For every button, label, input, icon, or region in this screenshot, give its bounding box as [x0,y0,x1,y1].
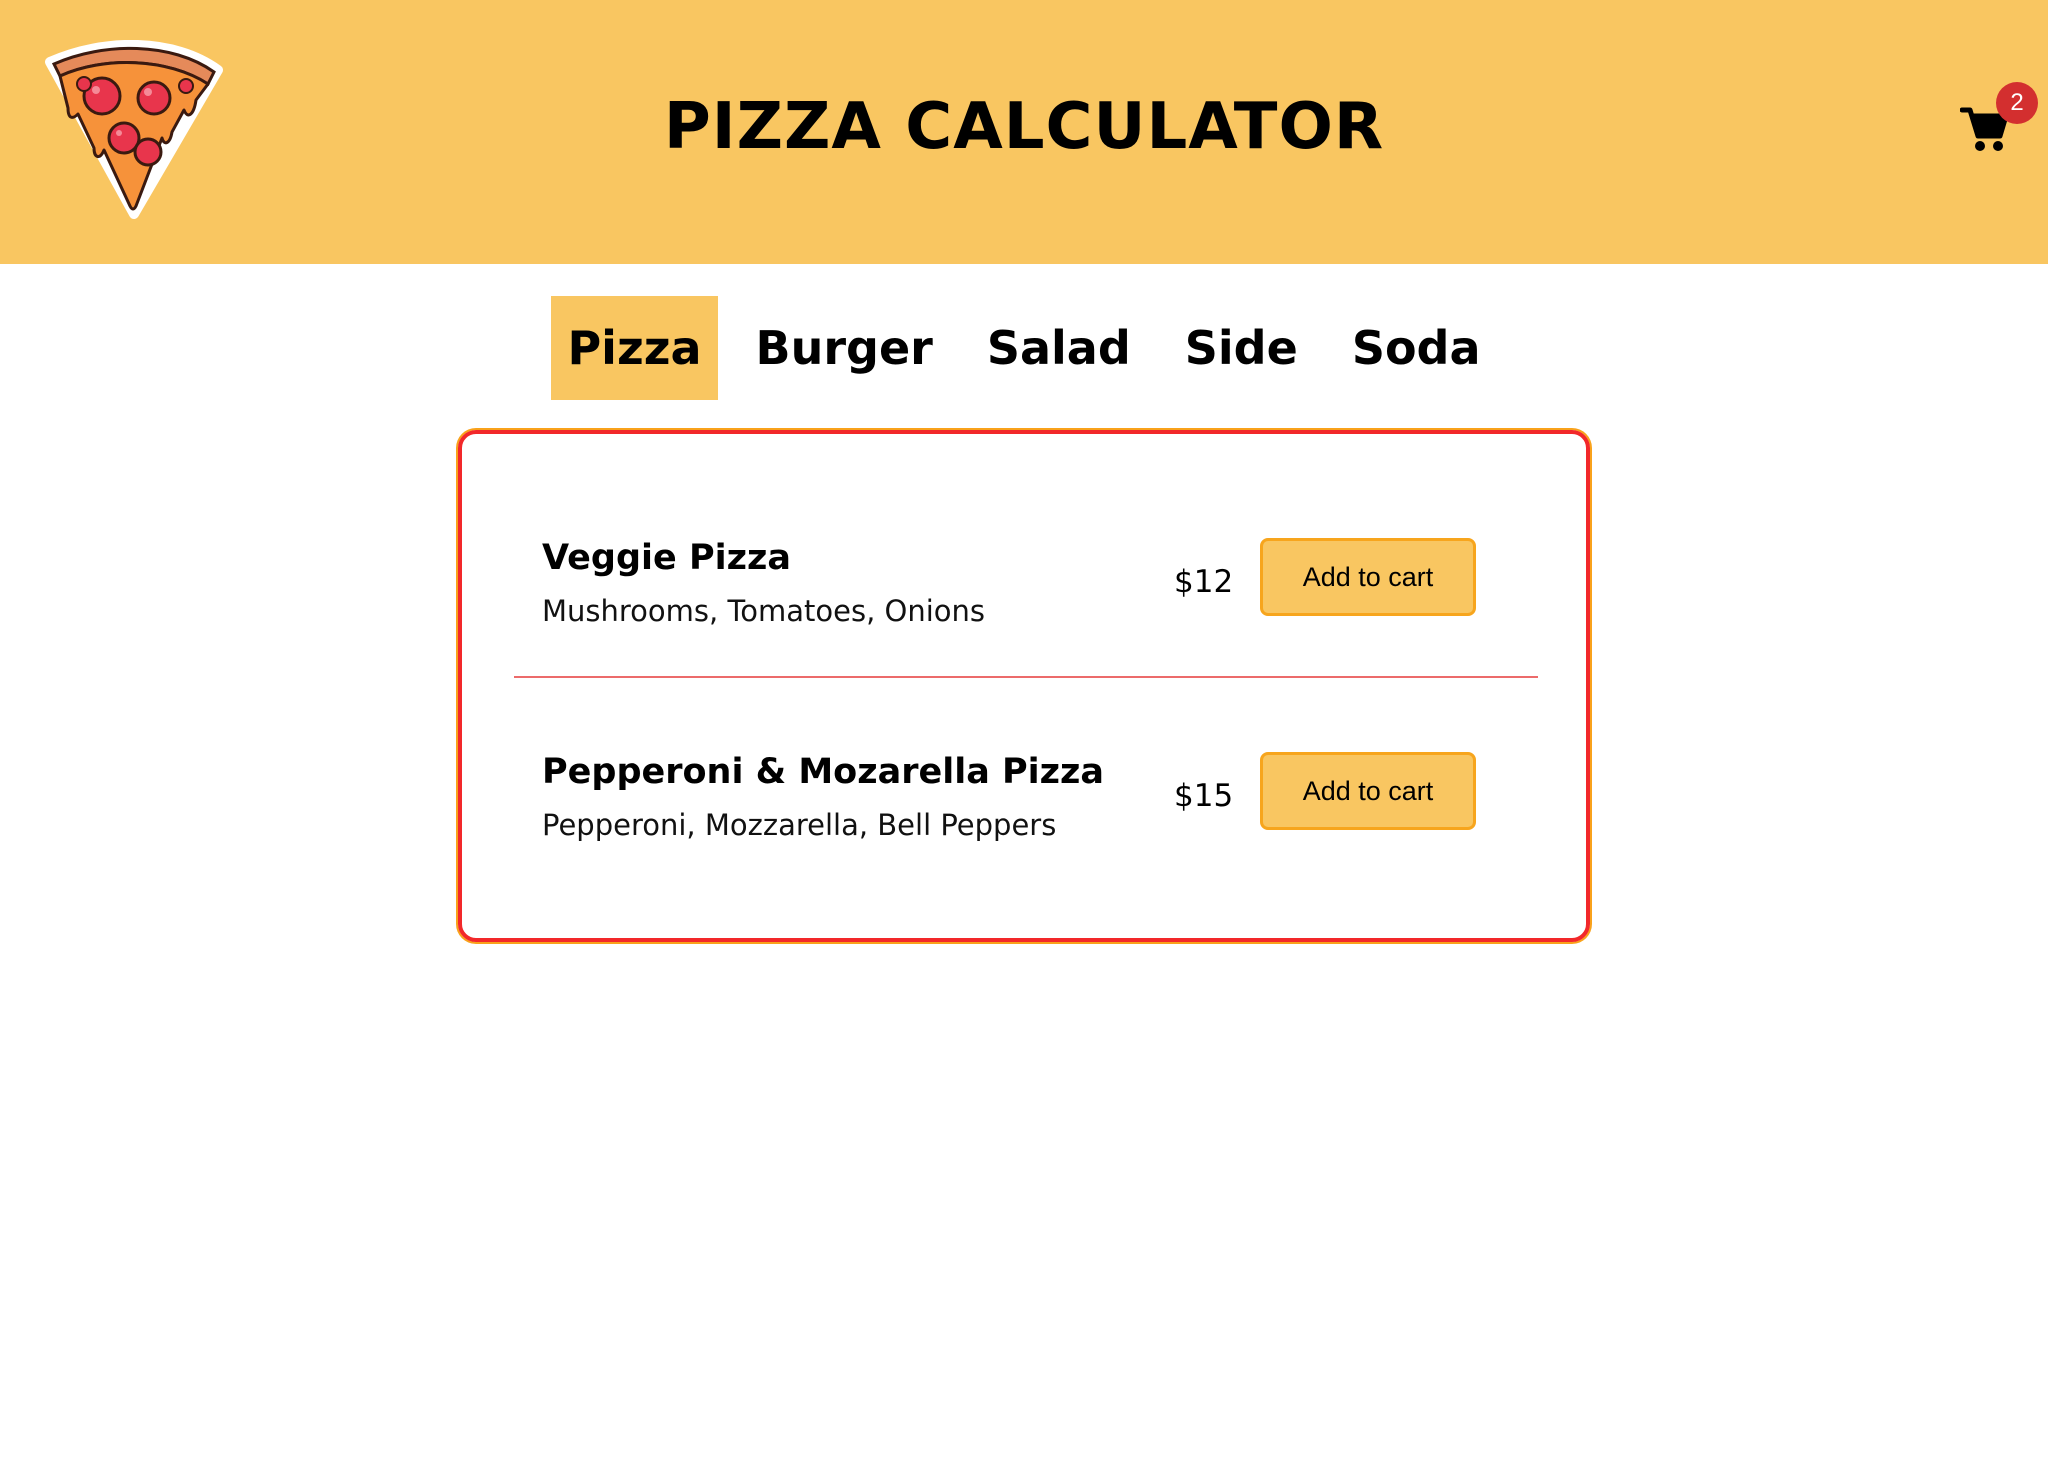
tab-pizza[interactable]: Pizza [551,296,718,400]
tab-soda[interactable]: Soda [1336,296,1497,400]
item-price: $12 [1174,564,1234,600]
item-price: $15 [1174,778,1234,814]
item-name: Veggie Pizza [542,538,791,578]
item-description: Pepperoni, Mozzarella, Bell Peppers [542,808,1057,842]
item-name: Pepperoni & Mozarella Pizza [542,752,1105,792]
tab-side[interactable]: Side [1169,296,1314,400]
tab-salad[interactable]: Salad [971,296,1147,400]
menu-item-veggie-pizza: Veggie Pizza Mushrooms, Tomatoes, Onions… [514,538,1538,658]
item-description: Mushrooms, Tomatoes, Onions [542,594,986,628]
menu-list: Veggie Pizza Mushrooms, Tomatoes, Onions… [458,430,1590,942]
menu-item-pepperoni-mozarella-pizza: Pepperoni & Mozarella Pizza Pepperoni, M… [514,752,1538,872]
item-divider [514,676,1538,678]
tab-burger[interactable]: Burger [740,296,949,400]
cart-count-badge: 2 [1996,82,2038,124]
page-title: PIZZA CALCULATOR [663,90,1385,164]
add-to-cart-button[interactable]: Add to cart [1260,752,1476,830]
app-header: PIZZA CALCULATOR 2 [0,0,2048,264]
category-tabs: Pizza Burger Salad Side Soda [0,296,2048,400]
add-to-cart-button[interactable]: Add to cart [1260,538,1476,616]
